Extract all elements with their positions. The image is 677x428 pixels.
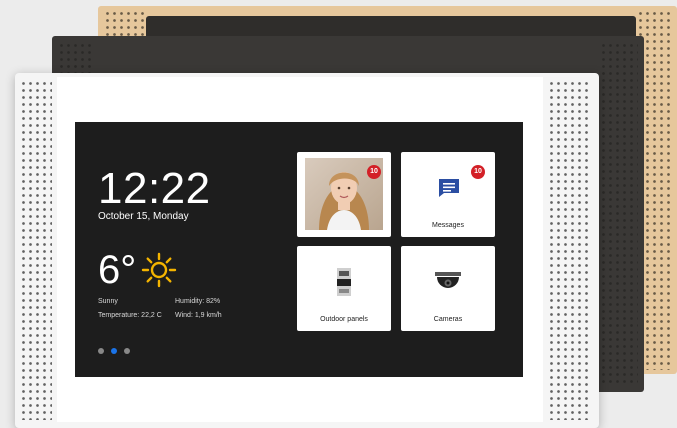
weather-wind: Wind: 1,9 km/h: [175, 312, 222, 319]
white-speaker-grille-right: [548, 80, 588, 420]
white-speaker-grille-left: [20, 80, 52, 420]
outdoor-panels-label: Outdoor panels: [320, 316, 368, 323]
weather-condition: Sunny: [98, 298, 118, 305]
weather-humidity: Humidity: 82%: [175, 298, 221, 305]
dome-camera-icon: [435, 272, 461, 288]
home-screen: 12:22 October 15, Monday 6° Sunny Humidi…: [75, 122, 523, 377]
tile-video-call[interactable]: 10: [297, 152, 391, 237]
clock-date: October 15, Monday: [98, 211, 189, 222]
chat-icon: [439, 179, 459, 197]
clock-time: 12:22: [98, 164, 211, 213]
pager-dot-1[interactable]: [98, 348, 104, 354]
tile-messages[interactable]: 10 Messages: [401, 152, 495, 237]
messages-label: Messages: [432, 222, 464, 229]
pager-dot-2-active[interactable]: [111, 348, 117, 354]
video-call-badge: 10: [367, 165, 381, 179]
sun-icon: [141, 252, 177, 288]
weather-temperature-detail: Temperature: 22,2 C: [98, 312, 162, 319]
tile-outdoor-panels[interactable]: Outdoor panels: [297, 246, 391, 331]
dark-speaker-grille-right: [600, 42, 638, 387]
cameras-label: Cameras: [433, 316, 463, 323]
intercom-panel-icon: [337, 268, 351, 296]
weather-temperature: 6°: [98, 248, 137, 292]
tile-cameras[interactable]: Cameras: [401, 246, 495, 331]
pager-dot-3[interactable]: [124, 348, 130, 354]
messages-badge: 10: [471, 165, 485, 179]
